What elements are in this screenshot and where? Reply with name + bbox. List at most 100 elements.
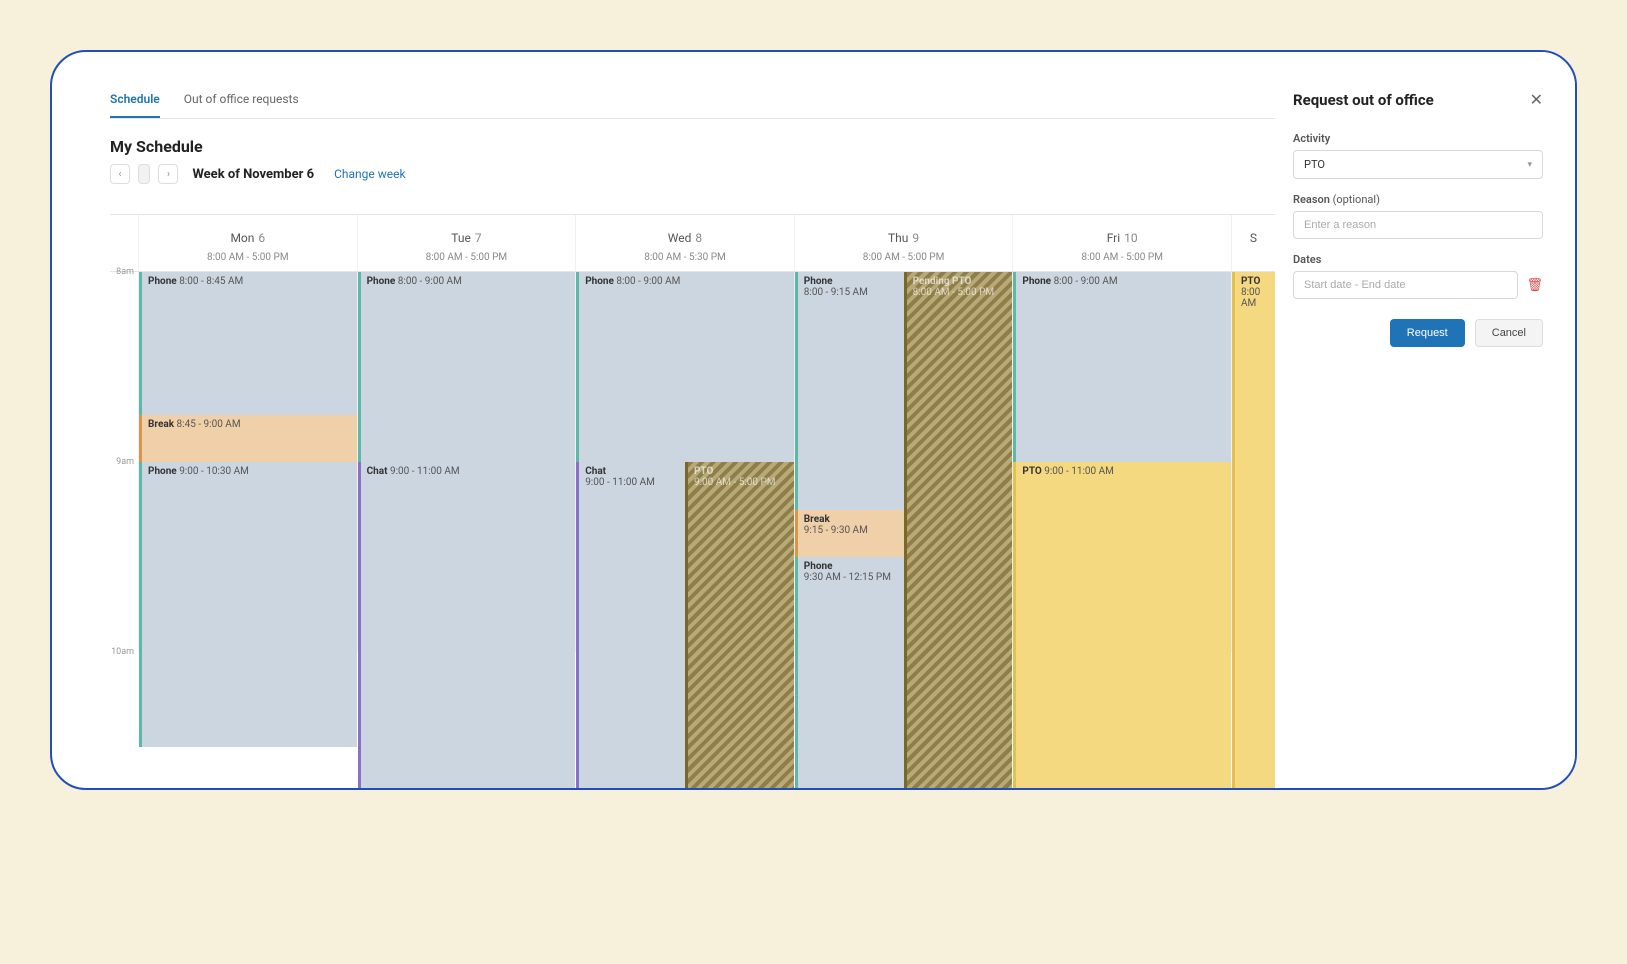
day-name: S <box>1250 231 1257 245</box>
event-label: Break <box>804 514 830 525</box>
app-frame: Schedule Out of office requests My Sched… <box>50 50 1577 790</box>
event-label: Phone <box>804 276 833 287</box>
cancel-button[interactable]: Cancel <box>1475 319 1543 347</box>
day-head-sat: S <box>1231 215 1275 271</box>
event-time: 8:00 - 9:15 AM <box>804 287 868 298</box>
reason-label: Reason (optional) <box>1293 193 1543 206</box>
event-time: 8:00 - 9:00 AM <box>1054 276 1118 287</box>
day-col-fri: Phone 8:00 - 9:00 AM PTO 9:00 - 11:00 AM <box>1012 272 1231 652</box>
chevron-down-icon: ▾ <box>1527 160 1532 170</box>
day-range: 8:00 AM - 5:30 PM <box>576 252 794 263</box>
day-range: 8:00 AM - 5:00 PM <box>1013 252 1231 263</box>
time-9am: 9am <box>116 457 134 467</box>
event-break[interactable]: Break 9:15 - 9:30 AM <box>795 510 904 558</box>
main-area: Schedule Out of office requests My Sched… <box>52 52 1275 788</box>
event-time: 9:00 - 11:00 AM <box>1044 466 1114 477</box>
event-time: 9:15 - 9:30 AM <box>804 525 868 536</box>
event-pto[interactable]: PTO 9:00 - 11:00 AM <box>1013 462 1231 788</box>
event-label: Pending PTO <box>913 276 972 287</box>
event-label: Phone <box>148 276 177 287</box>
day-head-wed: Wed8 8:00 AM - 5:30 PM <box>575 215 794 271</box>
day-num: 6 <box>258 231 265 245</box>
trash-icon[interactable]: 🗑 <box>1526 278 1543 293</box>
reason-text: Reason <box>1293 193 1330 206</box>
calendar-grid: 8am 9am 10am Phone 8:00 - 8:45 AM Break … <box>110 272 1275 652</box>
day-name: Mon <box>230 231 254 245</box>
time-8am: 8am <box>116 267 134 277</box>
event-break[interactable]: Break 8:45 - 9:00 AM <box>139 415 357 463</box>
event-phone[interactable]: Phone 8:00 - 9:00 AM <box>576 272 794 462</box>
event-phone[interactable]: Phone 8:00 - 9:00 AM <box>358 272 576 462</box>
next-week-button[interactable]: › <box>158 164 178 184</box>
calendar-header: Mon 6 8:00 AM - 5:00 PM Tue 7 8:00 AM - 5:… <box>110 214 1275 272</box>
dates-row: 🗑 <box>1293 271 1543 299</box>
request-panel: Request out of office ✕ Activity PTO ▾ R… <box>1275 52 1575 788</box>
event-chat[interactable]: Chat 9:00 - 11:00 AM <box>358 462 576 788</box>
day-range: 8:00 AM - 5:00 PM <box>358 252 576 263</box>
day-col-tue: Phone 8:00 - 9:00 AM Chat 9:00 - 11:00 A… <box>357 272 576 652</box>
tab-bar: Schedule Out of office requests <box>110 92 1275 119</box>
day-name: Thu <box>888 231 908 245</box>
event-time: 9:00 - 10:30 AM <box>179 466 249 477</box>
tab-schedule[interactable]: Schedule <box>110 92 160 118</box>
day-head-tue: Tue 7 8:00 AM - 5:00 PM <box>357 215 576 271</box>
event-label: PTO <box>1022 466 1041 477</box>
time-10am: 10am <box>111 647 134 657</box>
event-pending-pto[interactable]: PTO 9:00 AM - 5:00 PM <box>685 462 794 788</box>
content: Schedule Out of office requests My Sched… <box>52 52 1575 788</box>
close-button[interactable]: ✕ <box>1530 90 1543 110</box>
panel-header: Request out of office ✕ <box>1293 90 1543 110</box>
reason-optional: (optional) <box>1330 193 1380 206</box>
day-range: 8:00 AM - 5:00 PM <box>795 252 1013 263</box>
button-row: Request Cancel <box>1293 319 1543 347</box>
today-button[interactable] <box>138 164 150 184</box>
day-head-mon: Mon 6 8:00 AM - 5:00 PM <box>138 215 357 271</box>
day-col-mon: Phone 8:00 - 8:45 AM Break 8:45 - 9:00 A… <box>138 272 357 652</box>
day-num: 8 <box>695 231 702 245</box>
day-name: Wed <box>668 231 692 245</box>
close-icon: ✕ <box>1530 92 1543 109</box>
request-button[interactable]: Request <box>1390 319 1465 347</box>
event-label: PTO <box>694 466 713 477</box>
prev-week-button[interactable]: ‹ <box>110 164 130 184</box>
activity-label: Activity <box>1293 132 1543 145</box>
day-head-thu: Thu9 8:00 AM - 5:00 PM <box>794 215 1013 271</box>
event-phone[interactable]: Phone 9:30 AM - 12:15 PM <box>795 557 904 788</box>
day-col-sat: PTO 8:00 AM <box>1231 272 1275 652</box>
event-time: 8:00 AM - 5:00 PM <box>913 287 995 298</box>
change-week-link[interactable]: Change week <box>334 167 405 181</box>
day-col-wed: Phone 8:00 - 9:00 AM Chat 9:00 - 11:00 A… <box>575 272 794 652</box>
event-time: 8:00 - 8:45 AM <box>179 276 243 287</box>
tab-out-of-office[interactable]: Out of office requests <box>184 92 299 118</box>
event-pending-pto[interactable]: Pending PTO 8:00 AM - 5:00 PM <box>904 272 1013 788</box>
panel-title: Request out of office <box>1293 91 1434 109</box>
gutter <box>110 215 138 271</box>
event-label: Phone <box>148 466 177 477</box>
event-phone[interactable]: Phone 8:00 - 9:15 AM <box>795 272 904 510</box>
event-chat[interactable]: Chat 9:00 - 11:00 AM <box>576 462 685 788</box>
event-time: 8:45 - 9:00 AM <box>177 419 241 430</box>
event-time: 9:00 - 11:00 AM <box>390 466 460 477</box>
event-time: 9:30 AM - 12:15 PM <box>804 572 891 583</box>
week-label: Week of November 6 <box>192 167 314 182</box>
reason-input[interactable] <box>1293 211 1543 239</box>
activity-value: PTO <box>1304 158 1325 171</box>
dates-label: Dates <box>1293 253 1543 266</box>
day-col-thu: Phone 8:00 - 9:15 AM Pending PTO 8:00 AM… <box>794 272 1013 652</box>
activity-select[interactable]: PTO ▾ <box>1293 150 1543 179</box>
title-row: My Schedule <box>110 137 1275 156</box>
day-name: Tue <box>451 231 471 245</box>
day-range: 8:00 AM - 5:00 PM <box>139 252 357 263</box>
day-num: 7 <box>475 231 482 245</box>
event-time: 8:00 AM <box>1241 287 1260 309</box>
event-phone[interactable]: Phone 8:00 - 8:45 AM <box>139 272 357 415</box>
day-name: Fri <box>1107 231 1120 245</box>
dates-input[interactable] <box>1293 271 1518 299</box>
calendar: Mon 6 8:00 AM - 5:00 PM Tue 7 8:00 AM - 5:… <box>110 214 1275 652</box>
event-pto[interactable]: PTO 8:00 AM <box>1232 272 1275 788</box>
event-label: Phone <box>1022 276 1051 287</box>
event-phone[interactable]: Phone 8:00 - 9:00 AM <box>1013 272 1231 462</box>
event-time: 8:00 - 9:00 AM <box>398 276 462 287</box>
event-label: PTO <box>1241 276 1260 287</box>
event-phone[interactable]: Phone 9:00 - 10:30 AM <box>139 462 357 747</box>
